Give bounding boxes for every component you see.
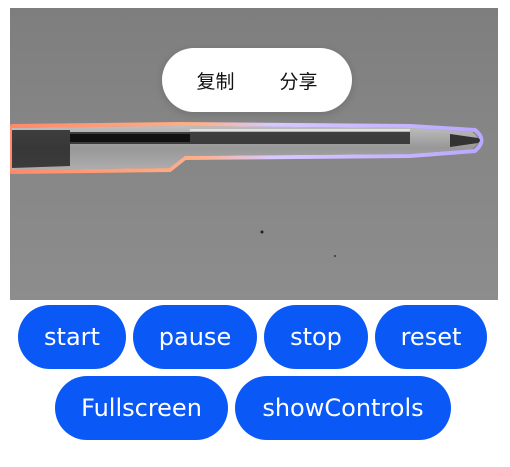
context-menu: 复制 分享 [162,48,352,112]
video-player-screen: 复制 分享 start pause stop reset Fullscreen … [0,0,510,467]
show-controls-button[interactable]: showControls [235,376,451,440]
stop-button[interactable]: stop [264,305,368,369]
video-frame[interactable]: 复制 分享 [10,8,498,300]
share-menu-item[interactable]: 分享 [271,61,325,100]
start-button[interactable]: start [18,305,126,369]
fullscreen-button[interactable]: Fullscreen [55,376,228,440]
reset-button[interactable]: reset [375,305,487,369]
copy-menu-item[interactable]: 复制 [188,61,242,100]
pause-button[interactable]: pause [133,305,257,369]
